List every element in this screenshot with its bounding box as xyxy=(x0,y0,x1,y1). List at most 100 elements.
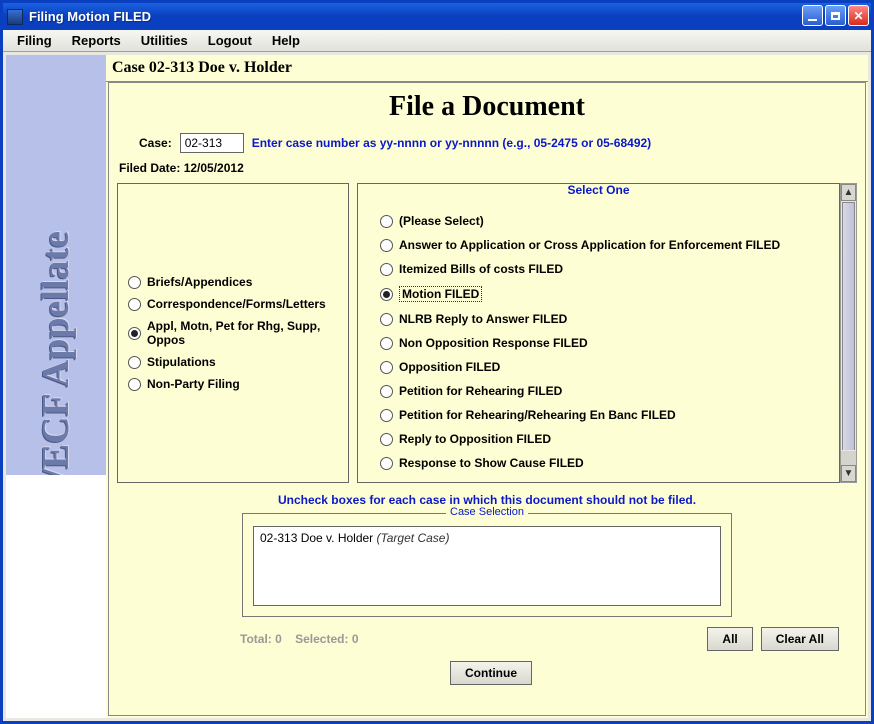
radio-icon xyxy=(128,276,141,289)
option-label: Opposition FILED xyxy=(399,360,500,374)
radio-icon xyxy=(380,288,393,301)
scroll-thumb[interactable] xyxy=(842,202,855,450)
category-label: Non-Party Filing xyxy=(147,377,240,391)
category-radio[interactable]: Correspondence/Forms/Letters xyxy=(128,297,338,311)
case-number-input[interactable] xyxy=(180,133,244,153)
radio-icon xyxy=(380,313,393,326)
option-label: Answer to Application or Cross Applicati… xyxy=(399,238,780,252)
options-fieldset: Select One (Please Select) Answer to Appl… xyxy=(357,183,840,483)
options-panel-wrap: Select One (Please Select) Answer to Appl… xyxy=(357,183,857,483)
case-selection-fieldset: Case Selection 02-313 Doe v. Holder (Tar… xyxy=(242,513,732,617)
option-radio[interactable]: Itemized Bills of costs FILED xyxy=(380,262,831,276)
case-header: Case 02-313 Doe v. Holder xyxy=(106,55,868,82)
option-label: Petition for Rehearing/Rehearing En Banc… xyxy=(399,408,676,422)
option-label: Reply to Opposition FILED xyxy=(399,432,551,446)
option-radio[interactable]: Motion FILED xyxy=(380,286,831,302)
options-legend: Select One xyxy=(563,183,633,197)
radio-icon xyxy=(380,239,393,252)
scroll-track xyxy=(841,451,856,465)
case-selection-item[interactable]: 02-313 Doe v. Holder xyxy=(260,531,373,545)
option-label: Itemized Bills of costs FILED xyxy=(399,262,563,276)
form-title: File a Document xyxy=(117,91,857,123)
window-controls: ✕ xyxy=(802,5,869,26)
radio-icon xyxy=(380,215,393,228)
option-label: Motion FILED xyxy=(399,286,482,302)
menu-help[interactable]: Help xyxy=(262,30,310,51)
case-label: Case: xyxy=(139,136,172,150)
application-window: Filing Motion FILED ✕ Filing Reports Uti… xyxy=(0,0,874,724)
category-radio[interactable]: Briefs/Appendices xyxy=(128,275,338,289)
all-button[interactable]: All xyxy=(707,627,752,651)
form-panel: File a Document Case: Enter case number … xyxy=(108,82,866,716)
bottom-row: Total: 0 Selected: 0 All Clear All xyxy=(117,627,857,651)
menu-logout[interactable]: Logout xyxy=(198,30,262,51)
menu-reports[interactable]: Reports xyxy=(62,30,131,51)
workarea: CM/ECF Appellate Case 02-313 Doe v. Hold… xyxy=(6,55,868,718)
minimize-icon xyxy=(808,19,817,21)
total-label: Total: 0 xyxy=(240,632,282,646)
radio-icon xyxy=(380,457,393,470)
radio-icon xyxy=(380,337,393,350)
filed-date-value: 12/05/2012 xyxy=(184,161,244,175)
radio-icon xyxy=(380,263,393,276)
radio-icon xyxy=(380,433,393,446)
option-radio[interactable]: NLRB Reply to Answer FILED xyxy=(380,312,831,326)
window-title: Filing Motion FILED xyxy=(29,9,151,24)
option-label: Petition for Rehearing FILED xyxy=(399,384,562,398)
radio-icon xyxy=(128,356,141,369)
close-icon: ✕ xyxy=(853,9,863,23)
radio-icon xyxy=(380,409,393,422)
filed-date-label: Filed Date: xyxy=(119,161,180,175)
main-panel: Case 02-313 Doe v. Holder File a Documen… xyxy=(106,55,868,718)
continue-button[interactable]: Continue xyxy=(450,661,532,685)
category-label: Briefs/Appendices xyxy=(147,275,252,289)
totals-text: Total: 0 Selected: 0 xyxy=(240,632,359,646)
radio-icon xyxy=(380,385,393,398)
scroll-down-icon[interactable]: ▼ xyxy=(841,465,856,482)
radio-icon xyxy=(128,298,141,311)
category-label: Appl, Motn, Pet for Rhg, Supp, Oppos xyxy=(147,319,338,347)
option-radio[interactable]: Petition for Rehearing FILED xyxy=(380,384,831,398)
category-radio[interactable]: Appl, Motn, Pet for Rhg, Supp, Oppos xyxy=(128,319,338,347)
case-selection-listbox[interactable]: 02-313 Doe v. Holder (Target Case) xyxy=(253,526,721,606)
option-radio[interactable]: Answer to Application or Cross Applicati… xyxy=(380,238,831,252)
menu-filing[interactable]: Filing xyxy=(7,30,62,51)
sidebar: CM/ECF Appellate xyxy=(6,55,106,718)
case-number-row: Case: Enter case number as yy-nnnn or yy… xyxy=(139,133,857,153)
selection-panels: Briefs/Appendices Correspondence/Forms/Le… xyxy=(117,183,857,483)
option-radio[interactable]: (Please Select) xyxy=(380,214,831,228)
case-selection-legend: Case Selection xyxy=(446,506,528,518)
category-radio[interactable]: Stipulations xyxy=(128,355,338,369)
scroll-up-icon[interactable]: ▲ xyxy=(841,184,856,201)
clear-all-button[interactable]: Clear All xyxy=(761,627,839,651)
option-label: (Please Select) xyxy=(399,214,484,228)
category-label: Correspondence/Forms/Letters xyxy=(147,297,326,311)
option-radio[interactable]: Opposition FILED xyxy=(380,360,831,374)
filed-date-row: Filed Date: 12/05/2012 xyxy=(119,161,857,175)
minimize-button[interactable] xyxy=(802,5,823,26)
option-radio[interactable]: Response to Show Cause FILED xyxy=(380,456,831,470)
case-selection-instruction: Uncheck boxes for each case in which thi… xyxy=(117,493,857,507)
menu-utilities[interactable]: Utilities xyxy=(131,30,198,51)
option-radio[interactable]: Petition for Rehearing/Rehearing En Banc… xyxy=(380,408,831,422)
options-list: (Please Select) Answer to Application or … xyxy=(380,214,831,470)
maximize-icon xyxy=(831,12,840,20)
app-icon xyxy=(7,9,23,25)
option-label: Response to Show Cause FILED xyxy=(399,456,584,470)
radio-icon xyxy=(380,361,393,374)
option-label: NLRB Reply to Answer FILED xyxy=(399,312,567,326)
maximize-button[interactable] xyxy=(825,5,846,26)
options-scrollbar[interactable]: ▲ ▼ xyxy=(840,183,857,483)
option-radio[interactable]: Non Opposition Response FILED xyxy=(380,336,831,350)
case-selection-item-note: (Target Case) xyxy=(377,531,450,545)
option-label: Non Opposition Response FILED xyxy=(399,336,588,350)
close-button[interactable]: ✕ xyxy=(848,5,869,26)
selected-label: Selected: 0 xyxy=(295,632,358,646)
radio-icon xyxy=(128,378,141,391)
case-instructions: Enter case number as yy-nnnn or yy-nnnnn… xyxy=(252,136,651,150)
category-label: Stipulations xyxy=(147,355,216,369)
category-radio[interactable]: Non-Party Filing xyxy=(128,377,338,391)
menubar: Filing Reports Utilities Logout Help xyxy=(3,30,871,52)
continue-row: Continue xyxy=(117,661,857,685)
option-radio[interactable]: Reply to Opposition FILED xyxy=(380,432,831,446)
